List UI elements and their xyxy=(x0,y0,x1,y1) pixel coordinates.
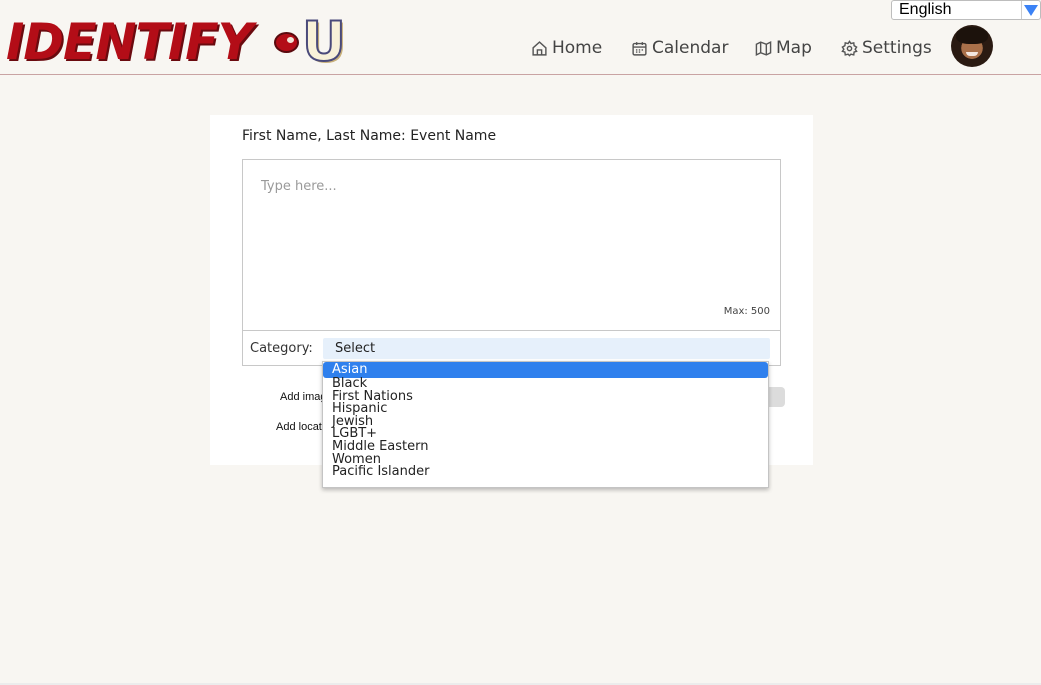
form-title: First Name, Last Name: Event Name xyxy=(242,128,497,144)
language-select[interactable]: English xyxy=(891,0,1041,20)
category-label: Category: xyxy=(250,341,313,356)
calendar-icon xyxy=(631,40,648,57)
nav-map[interactable]: Map xyxy=(755,38,812,58)
home-icon xyxy=(531,40,548,57)
language-value: English xyxy=(899,1,952,18)
chevron-down-icon[interactable] xyxy=(1022,1,1040,19)
category-dropdown: Asian Black First Nations Hispanic Jewis… xyxy=(322,361,769,488)
logo-dot-icon xyxy=(274,32,299,53)
add-image-toggle[interactable] xyxy=(768,387,785,407)
nav-calendar[interactable]: Calendar xyxy=(631,38,728,58)
description-textarea[interactable]: Type here... Max: 500 xyxy=(242,159,781,331)
logo-text: IDENTIFY xyxy=(6,13,253,71)
dropdown-option-pacific-islander[interactable]: Pacific Islander xyxy=(323,465,768,478)
description-placeholder: Type here... xyxy=(261,179,337,194)
nav-home-label: Home xyxy=(552,38,603,58)
gear-icon xyxy=(841,39,858,57)
dropdown-option-hispanic[interactable]: Hispanic xyxy=(323,402,768,415)
add-location-label[interactable]: Add locat xyxy=(276,421,322,433)
nav-home[interactable]: Home xyxy=(531,38,602,58)
nav-calendar-label: Calendar xyxy=(652,38,729,58)
avatar[interactable] xyxy=(951,25,993,67)
logo-u: U xyxy=(301,10,347,73)
max-length-label: Max: 500 xyxy=(723,306,770,317)
nav-settings-label: Settings xyxy=(862,38,932,58)
add-image-label[interactable]: Add imag xyxy=(280,391,326,403)
header: IDENTIFY U Home Calendar Map Settings xyxy=(0,0,1041,75)
nav-settings[interactable]: Settings xyxy=(841,38,932,58)
nav-map-label: Map xyxy=(776,38,812,58)
dropdown-option-asian[interactable]: Asian xyxy=(323,362,768,378)
category-select[interactable]: Select xyxy=(323,338,770,359)
dropdown-option-middle-eastern[interactable]: Middle Eastern xyxy=(323,440,768,453)
map-icon xyxy=(755,40,772,57)
